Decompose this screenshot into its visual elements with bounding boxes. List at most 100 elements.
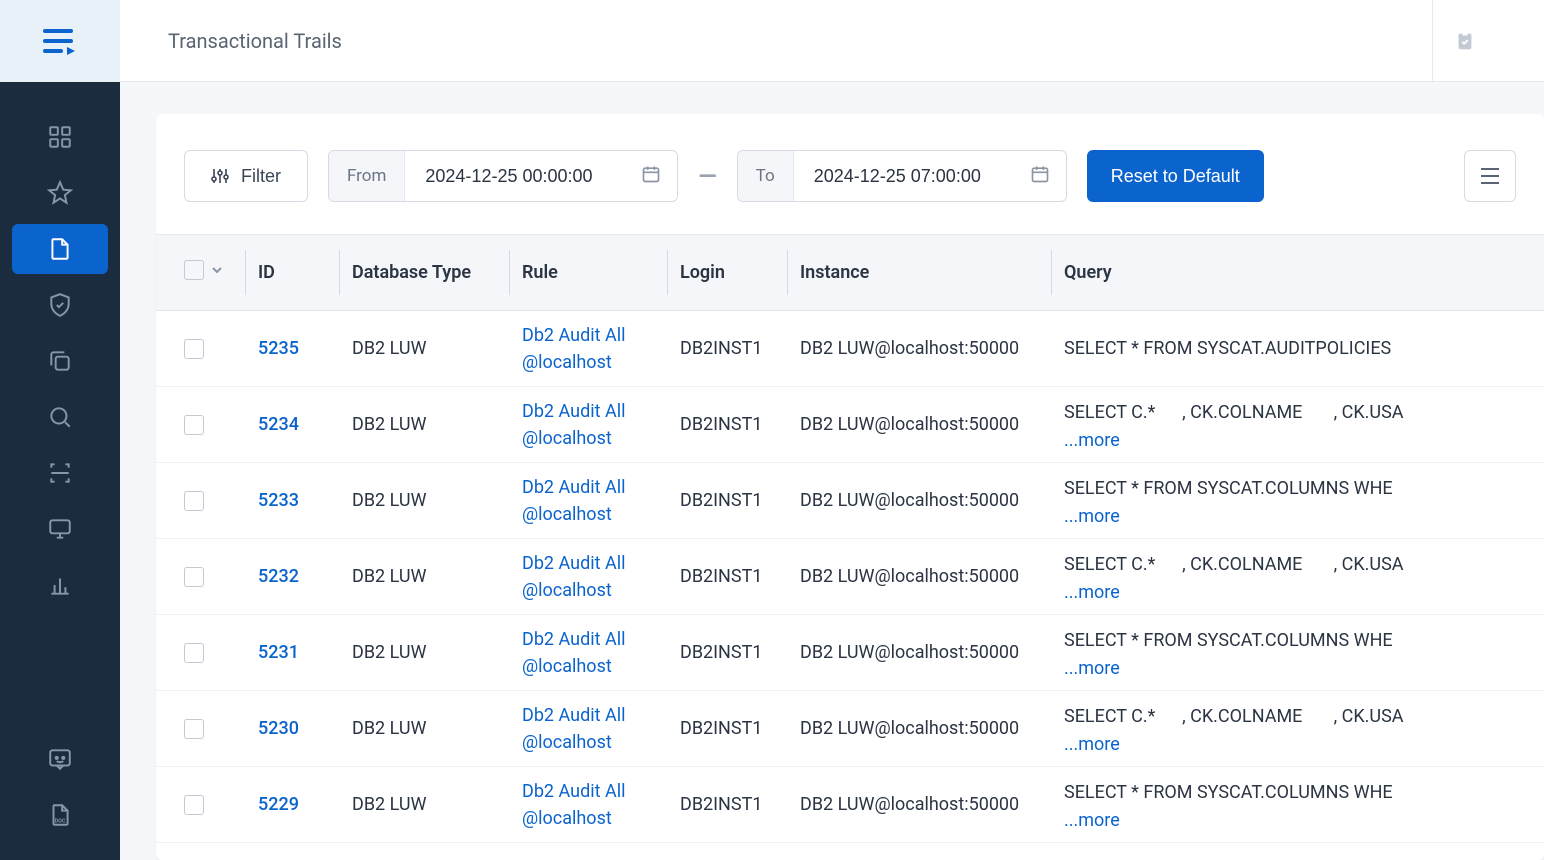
table-row: 5233DB2 LUWDb2 Audit All@localhostDB2INS… — [156, 463, 1544, 539]
id-link[interactable]: 5233 — [258, 490, 299, 511]
menu-button[interactable] — [1464, 150, 1516, 202]
dbtype-cell: DB2 LUW — [340, 311, 510, 387]
rule-link[interactable]: Db2 Audit All@localhost — [522, 477, 625, 525]
query-cell: SELECT * FROM SYSCAT.COLUMNS WHE — [1064, 478, 1393, 499]
calendar-icon[interactable] — [1014, 164, 1066, 188]
instance-cell: DB2 LUW@localhost:50000 — [788, 387, 1052, 463]
rule-link[interactable]: Db2 Audit All@localhost — [522, 705, 625, 753]
table-row: 5229 DB2 LUWDb2 Audit All@localhost DB2INS… — [156, 767, 1544, 843]
nav-doc[interactable]: DOC — [12, 790, 108, 840]
row-checkbox[interactable] — [184, 339, 204, 359]
instance-cell: DB2 LUW@localhost:50000 — [788, 311, 1052, 387]
content-card: Filter From — To — [156, 114, 1544, 860]
rule-link[interactable]: Db2 Audit All@localhost — [522, 401, 625, 449]
calendar-icon[interactable] — [625, 164, 677, 188]
query-cell: SELECT * FROM SYSCAT.COLUMNS WHE — [1064, 782, 1393, 803]
from-date-input[interactable]: From — [328, 150, 678, 202]
from-value[interactable] — [405, 166, 625, 187]
id-link[interactable]: 5229 — [258, 794, 299, 815]
login-cell: DB2INST1 — [668, 767, 788, 843]
nav-trails[interactable] — [12, 224, 108, 274]
filter-button[interactable]: Filter — [184, 150, 308, 202]
login-cell: DB2INST1 — [668, 387, 788, 463]
table-row: 5235 DB2 LUWDb2 Audit All@localhost DB2INS… — [156, 311, 1544, 387]
row-checkbox[interactable] — [184, 491, 204, 511]
more-link[interactable]: ...more — [1064, 506, 1532, 527]
more-link[interactable]: ...more — [1064, 810, 1532, 831]
col-instance[interactable]: Instance — [788, 235, 1052, 311]
row-checkbox[interactable] — [184, 643, 204, 663]
col-login[interactable]: Login — [668, 235, 788, 311]
row-checkbox[interactable] — [184, 415, 204, 435]
nav-dashboard[interactable] — [12, 112, 108, 162]
login-cell: DB2INST1 — [668, 463, 788, 539]
col-rule[interactable]: Rule — [510, 235, 668, 311]
more-link[interactable]: ...more — [1064, 430, 1532, 451]
rule-link[interactable]: Db2 Audit All@localhost — [522, 629, 625, 677]
scan-icon — [47, 460, 73, 486]
nav-security[interactable] — [12, 280, 108, 330]
row-checkbox[interactable] — [184, 795, 204, 815]
dbtype-cell: DB2 LUW — [340, 691, 510, 767]
file-icon — [47, 236, 73, 262]
row-checkbox[interactable] — [184, 567, 204, 587]
svg-text:DOC: DOC — [55, 819, 66, 825]
nav-search[interactable] — [12, 392, 108, 442]
shield-icon — [47, 292, 73, 318]
id-link[interactable]: 5230 — [258, 718, 299, 739]
instance-cell: DB2 LUW@localhost:50000 — [788, 539, 1052, 615]
id-link[interactable]: 5235 — [258, 338, 299, 359]
table-row: 5232 DB2 LUWDb2 Audit All@localhost DB2INS… — [156, 539, 1544, 615]
col-id[interactable]: ID — [246, 235, 340, 311]
to-date-input[interactable]: To — [737, 150, 1067, 202]
login-cell: DB2INST1 — [668, 311, 788, 387]
login-cell: DB2INST1 — [668, 539, 788, 615]
more-link[interactable]: ...more — [1064, 734, 1532, 755]
clipboard-check-icon — [1454, 30, 1476, 52]
date-separator: — — [698, 162, 716, 190]
grid-icon — [47, 124, 73, 150]
topbar-tasks[interactable] — [1432, 0, 1496, 82]
page-title: Transactional Trails — [168, 29, 342, 53]
from-label: From — [329, 151, 405, 201]
query-cell: SELECT * FROM SYSCAT.AUDITPOLICIES — [1064, 338, 1391, 359]
nav-monitor[interactable] — [12, 504, 108, 554]
rule-link[interactable]: Db2 Audit All@localhost — [522, 553, 625, 601]
query-cell: SELECT C.* , CK.COLNAME , CK.USA — [1064, 402, 1404, 423]
query-cell: SELECT C.* , CK.COLNAME , CK.USA — [1064, 706, 1404, 727]
nav-reports[interactable] — [12, 560, 108, 610]
table-row: 5230DB2 LUWDb2 Audit All@localhostDB2INS… — [156, 691, 1544, 767]
dbtype-cell: DB2 LUW — [340, 615, 510, 691]
instance-cell: DB2 LUW@localhost:50000 — [788, 463, 1052, 539]
select-all-checkbox[interactable] — [184, 260, 204, 280]
nav-scan[interactable] — [12, 448, 108, 498]
menu-icon — [1479, 167, 1501, 185]
to-value[interactable] — [794, 166, 1014, 187]
id-link[interactable]: 5231 — [258, 642, 299, 663]
toolbar: Filter From — To — [156, 150, 1544, 234]
more-link[interactable]: ...more — [1064, 658, 1532, 679]
monitor-icon — [47, 516, 73, 542]
rule-link[interactable]: Db2 Audit All@localhost — [522, 325, 625, 373]
nav-favorites[interactable] — [12, 168, 108, 218]
dbtype-cell: DB2 LUW — [340, 767, 510, 843]
rule-link[interactable]: Db2 Audit All@localhost — [522, 781, 625, 829]
col-dbtype[interactable]: Database Type — [340, 235, 510, 311]
to-label: To — [738, 151, 794, 201]
topbar: Transactional Trails — [120, 0, 1544, 82]
dbtype-cell: DB2 LUW — [340, 539, 510, 615]
chevron-down-icon[interactable] — [210, 263, 224, 277]
more-link[interactable]: ...more — [1064, 582, 1532, 603]
row-checkbox[interactable] — [184, 719, 204, 739]
id-link[interactable]: 5234 — [258, 414, 299, 435]
query-cell: SELECT C.* , CK.COLNAME , CK.USA — [1064, 554, 1404, 575]
logo-icon — [43, 27, 77, 55]
chat-icon — [47, 746, 73, 772]
nav-copy[interactable] — [12, 336, 108, 386]
col-query[interactable]: Query — [1052, 235, 1544, 311]
reset-button[interactable]: Reset to Default — [1087, 150, 1264, 202]
id-link[interactable]: 5232 — [258, 566, 299, 587]
nav-chat[interactable] — [12, 734, 108, 784]
search-icon — [47, 404, 73, 430]
logo[interactable] — [0, 0, 120, 82]
